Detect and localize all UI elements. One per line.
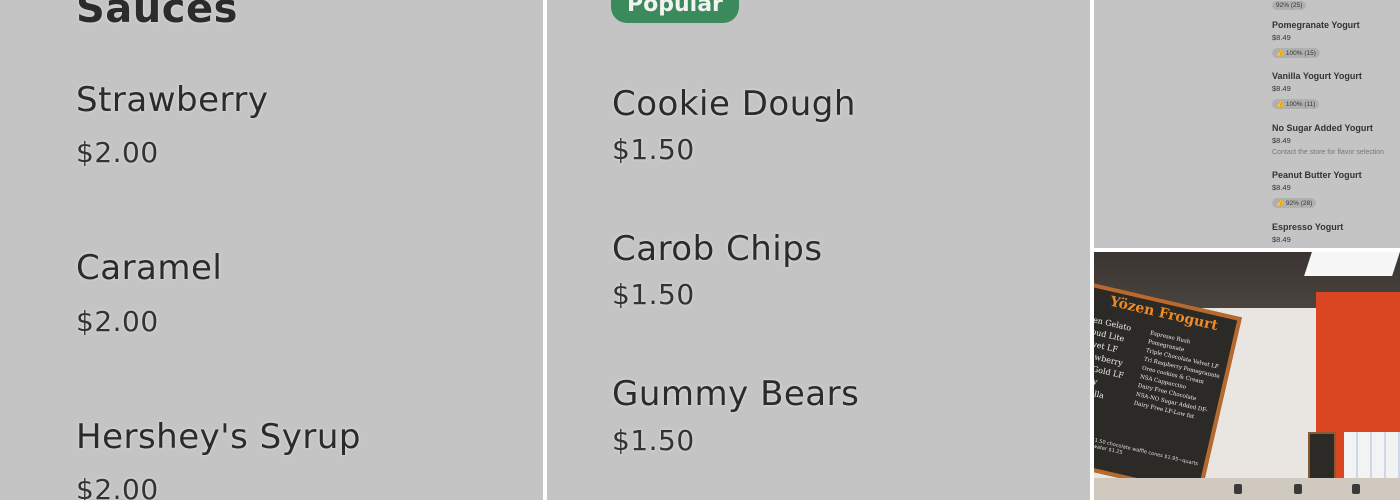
item-name: Pomegranate Yogurt (1272, 20, 1360, 30)
item-name: Hershey's Syrup (76, 417, 361, 457)
item-price: $1.50 (612, 278, 695, 311)
list-item[interactable]: Vanilla Yogurt Yogurt $8.49 👍 100% (11) (1272, 71, 1362, 111)
board-footer: waffle cones $1.50 chocolate waffle cone… (1094, 430, 1199, 468)
popular-badge: Popular (611, 0, 739, 23)
item-price: $8.49 (1272, 33, 1291, 42)
dispenser (1294, 484, 1302, 494)
store-photo: Yözen Frogurt men Gelato Cloud Lite Velv… (1094, 252, 1400, 500)
item-price: $2.00 (76, 305, 159, 338)
list-item[interactable]: Espresso Yogurt $8.49 (1272, 222, 1343, 244)
item-name: Vanilla Yogurt Yogurt (1272, 71, 1362, 81)
item-price: $2.00 (76, 136, 159, 169)
ceiling-light (1304, 252, 1400, 276)
section-heading: Sauces (76, 0, 238, 32)
item-name: Cookie Dough (612, 84, 856, 124)
item-price: $8.49 (1272, 235, 1291, 244)
yogurt-list-panel: 92% (25) Pomegranate Yogurt $8.49 👍 100%… (1094, 0, 1400, 248)
list-item[interactable]: 92% (25) (1272, 0, 1307, 12)
item-name: Peanut Butter Yogurt (1272, 170, 1362, 180)
board-right-column: Espresso Rush Pomegranate Triple Chocola… (1133, 329, 1231, 426)
item-price: $1.50 (612, 424, 695, 457)
item-note: Contact the store for flavor selection (1272, 149, 1385, 156)
item-name: No Sugar Added Yogurt (1272, 123, 1373, 133)
item-name: Strawberry (76, 80, 269, 120)
item-price: $2.00 (76, 473, 159, 500)
item-name: Gummy Bears (612, 374, 860, 414)
item-price: $1.50 (612, 133, 695, 166)
list-item[interactable]: Pomegranate Yogurt $8.49 👍 100% (15) (1272, 20, 1360, 60)
toppings-panel: Popular Cookie Dough $1.50 Carob Chips $… (547, 0, 1090, 500)
item-name: Caramel (76, 248, 223, 288)
list-item[interactable]: Peanut Butter Yogurt $8.49 👍 92% (28) (1272, 170, 1362, 210)
rating-badge: 👍 92% (28) (1272, 198, 1317, 208)
dispenser (1234, 484, 1242, 494)
item-price: $8.49 (1272, 183, 1291, 192)
dispenser (1352, 484, 1360, 494)
rating-badge: 92% (25) (1272, 1, 1307, 10)
item-name: Carob Chips (612, 229, 823, 269)
rating-badge: 👍 100% (11) (1272, 99, 1320, 109)
rating-badge: 👍 100% (15) (1272, 48, 1320, 58)
list-item[interactable]: No Sugar Added Yogurt $8.49 Contact the … (1272, 123, 1384, 156)
item-price: $8.49 (1272, 136, 1291, 145)
sauces-panel: Sauces Strawberry $2.00 Caramel $2.00 He… (0, 0, 543, 500)
board-left-column: men Gelato Cloud Lite Velvet LF Strawber… (1094, 313, 1136, 406)
item-price: $8.49 (1272, 84, 1291, 93)
item-name: Espresso Yogurt (1272, 222, 1344, 232)
